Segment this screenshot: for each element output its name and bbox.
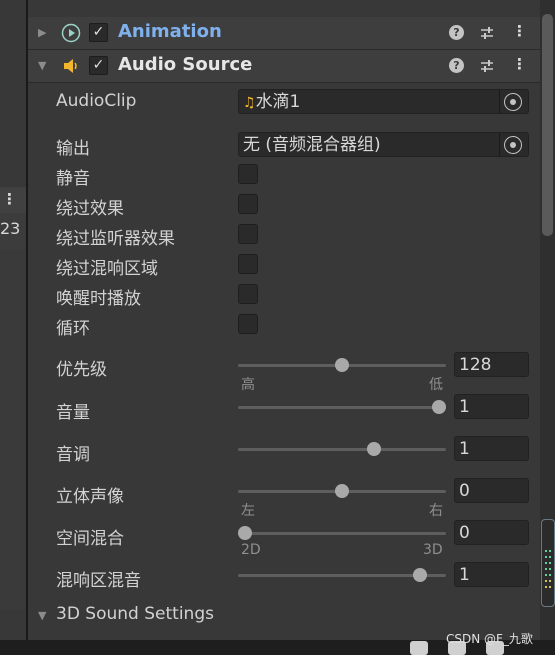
priority-max-label: 低: [429, 377, 443, 393]
left-panel-list: [0, 249, 26, 609]
watermark: CSDN @F_九歌: [446, 632, 533, 646]
speaker-icon: [64, 59, 77, 73]
reverb-zone-mix-slider-thumb[interactable]: [412, 568, 427, 582]
audio-level-meter: [541, 519, 555, 607]
bypass-reverb-zones-checkbox[interactable]: [238, 254, 258, 274]
object-picker-icon[interactable]: [504, 136, 522, 154]
audio-file-icon: ♫: [243, 95, 256, 111]
volume-slider-thumb[interactable]: [432, 400, 446, 414]
bypass-listener-effects-checkbox[interactable]: [238, 224, 258, 244]
audioclip-label: AudioClip: [56, 91, 137, 111]
priority-min-label: 高: [241, 377, 255, 393]
pitch-label: 音调: [56, 445, 90, 465]
3d-sound-settings-foldout[interactable]: 3D Sound Settings: [56, 604, 214, 624]
left-panel-value: 23: [0, 219, 21, 238]
play-on-awake-checkbox[interactable]: [238, 284, 258, 304]
priority-value-field[interactable]: 128: [454, 352, 529, 377]
stereo-pan-value-field[interactable]: 0: [454, 478, 529, 503]
vertical-ellipsis-icon[interactable]: ⋮: [512, 57, 527, 72]
vertical-ellipsis-icon[interactable]: ⋮: [512, 24, 527, 39]
play-on-awake-label: 唤醒时播放: [56, 289, 141, 309]
spatial-blend-slider-thumb[interactable]: [238, 526, 252, 540]
bypass-listener-effects-label: 绕过监听器效果: [56, 229, 175, 249]
play-circle-icon: [61, 23, 81, 43]
pitch-value-field[interactable]: 1: [454, 436, 529, 461]
volume-label: 音量: [56, 403, 90, 423]
settings-sliders-icon[interactable]: [479, 58, 495, 74]
stereo-pan-min-label: 左: [241, 503, 255, 519]
object-picker-icon[interactable]: [504, 93, 522, 111]
animation-title: Animation: [118, 21, 222, 42]
output-label: 输出: [56, 139, 90, 159]
bypass-effects-checkbox[interactable]: [238, 194, 258, 214]
collapse-triangle-icon[interactable]: ▼: [38, 59, 46, 72]
spatial-blend-slider-track[interactable]: [238, 532, 446, 535]
spatial-blend-min-label: 2D: [241, 542, 261, 558]
mute-checkbox[interactable]: [238, 164, 258, 184]
picker-separator: [499, 90, 500, 113]
bypass-reverb-zones-label: 绕过混响区域: [56, 259, 158, 279]
loop-checkbox[interactable]: [238, 314, 258, 334]
audioclip-field[interactable]: ♫水滴1: [238, 89, 529, 114]
bypass-effects-label: 绕过效果: [56, 199, 124, 219]
loop-label: 循环: [56, 319, 90, 339]
animation-component-header[interactable]: ▶ ✓ Animation ? ⋮: [28, 17, 540, 50]
reverb-zone-mix-label: 混响区混音: [56, 571, 141, 591]
priority-slider-thumb[interactable]: [335, 358, 349, 372]
help-icon[interactable]: ?: [449, 25, 464, 40]
stereo-pan-max-label: 右: [429, 503, 443, 519]
output-field[interactable]: 无 (音频混合器组): [238, 132, 529, 157]
reverb-zone-mix-value-field[interactable]: 1: [454, 562, 529, 587]
vertical-ellipsis-icon[interactable]: ⋮: [2, 192, 17, 207]
spatial-blend-max-label: 3D: [423, 542, 443, 558]
mute-label: 静音: [56, 169, 90, 189]
collapse-triangle-icon[interactable]: ▼: [38, 609, 46, 622]
scrollbar-thumb[interactable]: [542, 14, 553, 236]
audio-source-title: Audio Source: [118, 54, 253, 75]
expand-triangle-icon[interactable]: ▶: [38, 26, 46, 39]
priority-label: 优先级: [56, 360, 107, 380]
animation-enabled-checkbox[interactable]: ✓: [89, 23, 108, 42]
pitch-slider-track[interactable]: [238, 448, 446, 451]
audioclip-value: 水滴1: [255, 92, 301, 112]
stereo-pan-label: 立体声像: [56, 487, 124, 507]
output-value: 无 (音频混合器组): [243, 135, 381, 155]
stereo-pan-slider-thumb[interactable]: [335, 484, 349, 498]
volume-slider-track[interactable]: [238, 406, 446, 409]
audio-source-enabled-checkbox[interactable]: ✓: [89, 56, 108, 75]
help-icon[interactable]: ?: [449, 58, 464, 73]
spatial-blend-label: 空间混合: [56, 529, 124, 549]
left-panel-header: ⋮: [0, 187, 26, 213]
spatial-blend-value-field[interactable]: 0: [454, 520, 529, 545]
settings-sliders-icon[interactable]: [479, 25, 495, 41]
picker-separator: [499, 133, 500, 156]
audio-source-component-header[interactable]: ▼ ✓ Audio Source ? ⋮: [28, 50, 540, 83]
volume-value-field[interactable]: 1: [454, 394, 529, 419]
left-panel: ⋮ 23: [0, 0, 26, 655]
toolbar-icon[interactable]: [410, 641, 428, 655]
